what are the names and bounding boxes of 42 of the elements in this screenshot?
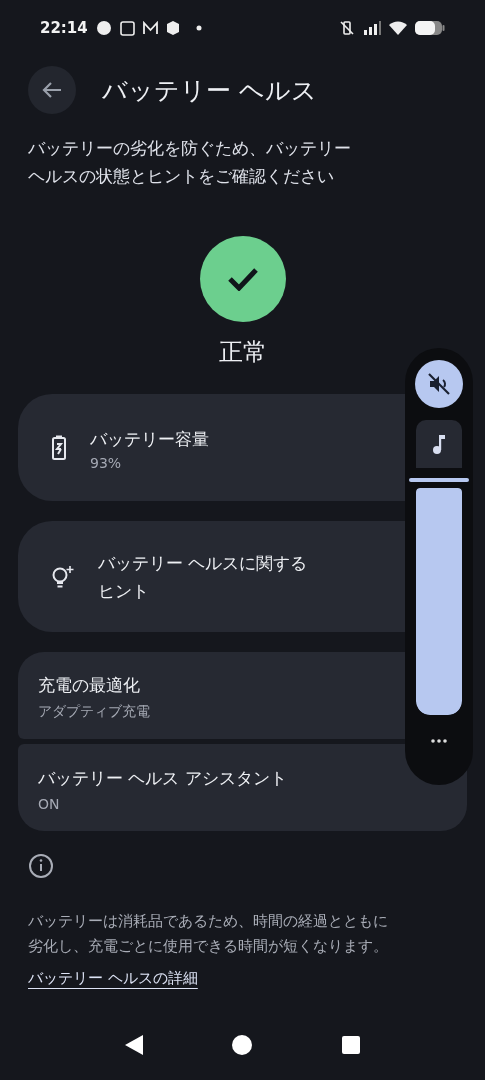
nav-back-button[interactable] xyxy=(123,1034,144,1056)
media-volume-button[interactable] xyxy=(416,420,462,468)
status-time: 22:14 xyxy=(40,19,88,37)
card-subtitle: 93% xyxy=(90,454,123,471)
details-link[interactable]: バッテリー ヘルスの詳細 xyxy=(28,969,198,988)
card-title: バッテリー容量 xyxy=(90,427,209,451)
info-text: バッテリーは消耗品であるため、時間の経過とともに劣化し、充電ごとに使用できる時間が短くなります。 xyxy=(28,912,389,956)
nav-recents-button[interactable] xyxy=(341,1035,362,1055)
setting-title: 充電の最適化 xyxy=(38,673,141,697)
more-button[interactable] xyxy=(431,739,447,743)
description-text: バッテリーの劣化を防ぐため、バッテリーヘルスの状態とヒントをご確認ください xyxy=(28,137,352,188)
music-note-icon xyxy=(432,434,446,454)
volume-slider[interactable] xyxy=(416,488,462,715)
battery-status-icon xyxy=(415,20,445,36)
mute-button[interactable] xyxy=(415,360,463,408)
setting-value: ON xyxy=(38,795,61,812)
dot-icon xyxy=(195,25,202,31)
check-icon xyxy=(226,267,259,291)
volume-divider xyxy=(409,478,469,482)
info-icon xyxy=(28,853,54,879)
square-app-icon xyxy=(119,20,135,36)
wifi-icon xyxy=(389,20,407,36)
more-icon xyxy=(431,739,447,743)
square-icon xyxy=(341,1035,362,1055)
round-app-icon xyxy=(95,20,112,36)
setting-row[interactable]: バッテリー ヘルス アシスタント ON xyxy=(18,744,467,831)
nav-home-button[interactable] xyxy=(231,1034,254,1056)
setting-value: アダプティブ充電 xyxy=(38,702,151,721)
battery-icon xyxy=(50,434,68,461)
vibrate-off-icon xyxy=(339,20,355,36)
card-title: バッテリー ヘルスに関するヒント xyxy=(98,551,309,603)
cube-icon xyxy=(165,20,180,36)
circle-icon xyxy=(231,1034,254,1056)
triangle-icon xyxy=(123,1034,144,1056)
back-button[interactable] xyxy=(28,66,76,114)
page-title: バッテリー ヘルス xyxy=(102,74,317,107)
health-status: 正常 xyxy=(218,337,267,368)
signal-icon xyxy=(363,20,381,36)
setting-title: バッテリー ヘルス アシスタント xyxy=(38,766,288,790)
speaker-muted-icon xyxy=(427,372,451,396)
lightbulb-icon xyxy=(50,563,76,590)
mail-icon xyxy=(142,21,158,35)
